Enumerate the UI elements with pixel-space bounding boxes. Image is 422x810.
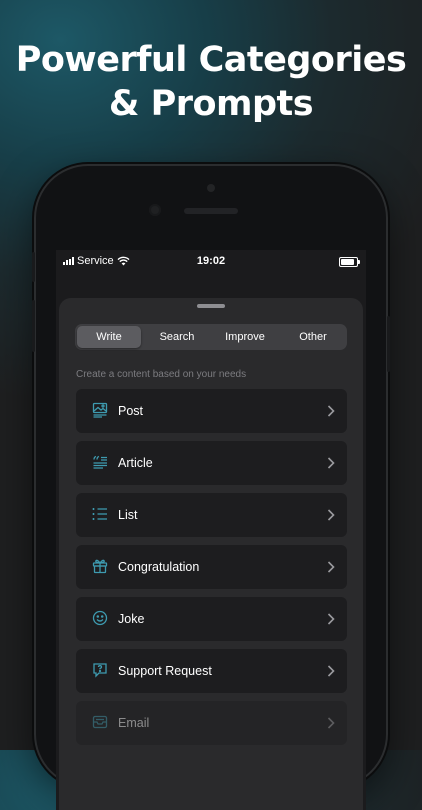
headline-line-2: & Prompts [108,84,314,124]
power-button [387,316,390,372]
prompt-list: Post Article List Congratulation Joke Su… [76,389,347,753]
sheet-grabber[interactable] [197,304,225,308]
battery-icon [339,257,360,267]
help-chat-icon [92,662,108,678]
tab-improve[interactable]: Improve [213,326,277,348]
volume-button [32,300,35,352]
image-icon [92,402,108,418]
list-item-email[interactable]: Email [76,701,347,745]
chevron-right-icon [327,560,335,574]
side-button [32,252,35,282]
chevron-right-icon [327,508,335,522]
bottom-sheet: Write Search Improve Other Create a cont… [59,298,363,810]
list-item-label: Article [118,456,153,470]
list-item-label: Post [118,404,144,418]
headline-line-1: Powerful Categories [15,40,407,80]
tab-search[interactable]: Search [145,326,209,348]
sensor-dot [207,184,215,192]
earpiece-speaker [184,208,238,214]
section-subtitle: Create a content based on your needs [76,369,247,380]
tab-write[interactable]: Write [77,326,141,348]
list-item-label: Support Request [118,664,212,678]
list-item-support-request[interactable]: Support Request [76,649,347,693]
front-camera [149,204,161,216]
chevron-right-icon [327,612,335,626]
gift-icon [92,558,108,574]
clock: 19:02 [196,255,226,267]
list-item-post[interactable]: Post [76,389,347,433]
list-item-label: List [118,508,138,522]
chevron-right-icon [327,456,335,470]
quote-text-icon [92,454,108,470]
inbox-icon [92,714,108,730]
list-icon [92,506,108,522]
phone-frame: Service 19:02 Write Search Improve Other… [32,166,390,810]
list-item-congratulation[interactable]: Congratulation [76,545,347,589]
headline: Powerful Categories & Prompts [0,38,422,126]
list-item-label: Email [118,716,150,730]
tab-other[interactable]: Other [281,326,345,348]
chevron-right-icon [327,664,335,678]
list-item-list[interactable]: List [76,493,347,537]
list-item-joke[interactable]: Joke [76,597,347,641]
chevron-right-icon [327,404,335,418]
category-tabs: Write Search Improve Other [75,324,347,350]
status-bar: Service 19:02 [56,250,366,272]
list-item-article[interactable]: Article [76,441,347,485]
list-item-label: Congratulation [118,560,200,574]
list-item-label: Joke [118,612,145,626]
chevron-right-icon [327,716,335,730]
phone-screen: Service 19:02 Write Search Improve Other… [56,250,366,810]
smile-icon [92,610,108,626]
